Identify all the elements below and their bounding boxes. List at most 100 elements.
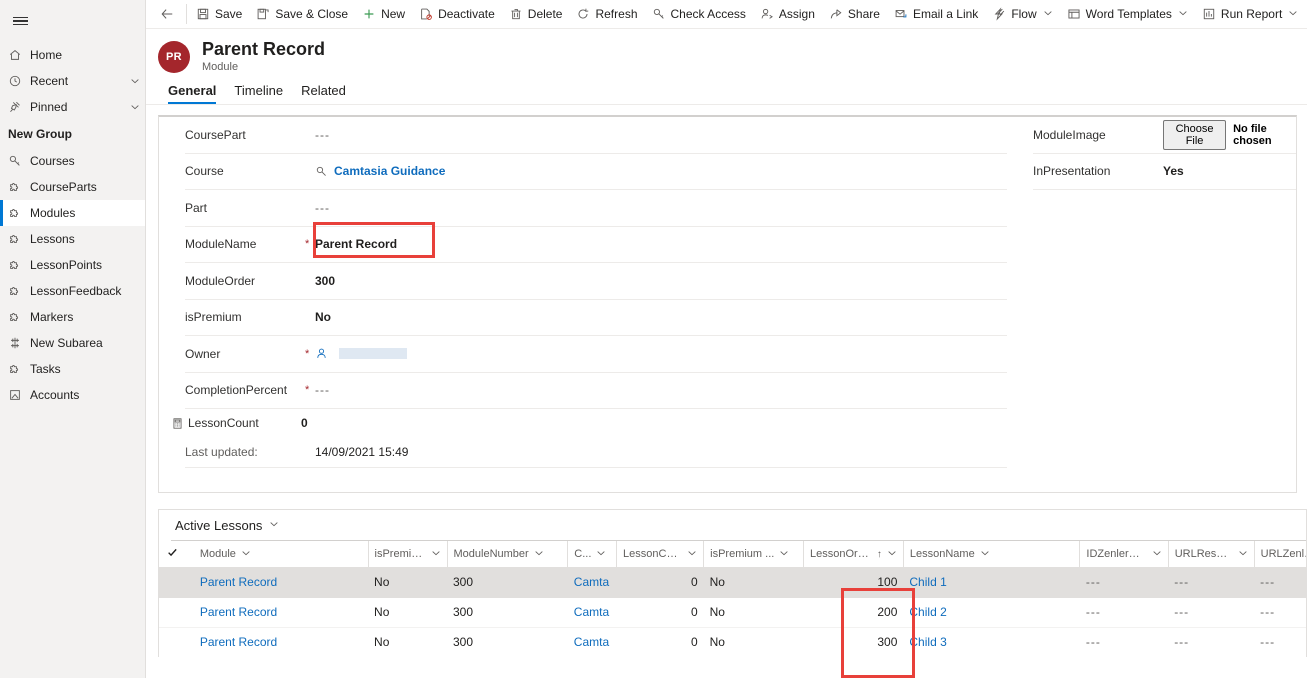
table-row[interactable]: Parent Record No 300 Camta 0 No 300 Child 3 --- -… [159,627,1306,657]
sidebar-item-lessonpoints[interactable]: LessonPoints [0,252,145,278]
chevron-down-icon[interactable] [1152,548,1162,560]
cell-link[interactable]: Parent Record [200,575,277,589]
cell-c[interactable]: Camta [567,627,617,657]
cell-link[interactable]: Parent Record [200,605,277,619]
cell-link[interactable]: Child 1 [909,575,946,589]
sidebar-item-home[interactable]: Home [0,42,145,68]
chevron-down-icon[interactable] [687,548,697,560]
cell-link[interactable]: Camta [574,575,609,589]
column-header-idzenlervi[interactable]: IDZenlerVi... [1079,541,1169,567]
field-value-link[interactable]: Camtasia Guidance [334,164,445,178]
field-course[interactable]: Course Camtasia Guidance [185,154,1007,190]
sidebar-item-tasks[interactable]: Tasks [0,356,145,382]
column-header-lessoncou[interactable]: LessonCou... [616,541,704,567]
tab-general[interactable]: General [160,83,224,104]
chevron-down-icon[interactable] [980,548,990,560]
sidebar-item-courses[interactable]: Courses [0,148,145,174]
cell-link[interactable]: Child 2 [909,605,946,619]
command-assign[interactable]: Assign [753,0,822,28]
cell-module[interactable]: Parent Record [193,627,369,657]
tab-related[interactable]: Related [293,83,354,104]
field-completionpercent[interactable]: CompletionPercent * --- [185,373,1007,409]
chevron-down-icon[interactable] [779,548,789,560]
command-check-access[interactable]: Check Access [645,0,753,28]
sidebar-item-recent[interactable]: Recent [0,68,145,94]
cell-module[interactable]: Parent Record [193,597,369,628]
command-refresh[interactable]: Refresh [569,0,644,28]
cell-lessonname[interactable]: Child 3 [903,627,1080,657]
cell-link[interactable]: Parent Record [200,635,277,649]
cell-link[interactable]: Child 3 [909,635,946,649]
command-deactivate[interactable]: Deactivate [412,0,502,28]
subgrid-header[interactable]: Active Lessons [159,510,1306,540]
table-row[interactable]: Parent Record No 300 Camta 0 No 100 Child 1 --- -… [159,567,1306,598]
sidebar-item-courseparts[interactable]: CourseParts [0,174,145,200]
chevron-down-icon[interactable] [596,548,606,560]
column-header-urlzenler[interactable]: URLZenler... [1253,541,1306,567]
sidebar-item-markers[interactable]: Markers [0,304,145,330]
row-checkbox[interactable] [159,567,194,598]
command-new[interactable]: New [355,0,412,28]
command-save-close[interactable]: Save & Close [249,0,355,28]
column-header-c[interactable]: C... [567,541,617,567]
chevron-down-icon[interactable] [1178,8,1188,20]
chevron-down-icon[interactable] [1288,8,1298,20]
field-coursepart[interactable]: CoursePart --- [185,117,1007,154]
column-header-ispremium[interactable]: isPremium [367,541,447,567]
report-icon [1202,7,1216,21]
command-run-report[interactable]: Run Report [1195,0,1305,28]
sidebar-item-new-subarea[interactable]: New Subarea [0,330,145,356]
cell-module[interactable]: Parent Record [193,567,369,598]
column-header-lessonname[interactable]: LessonName [902,541,1080,567]
field-owner[interactable]: Owner * [185,336,1007,373]
field-moduleimage[interactable]: ModuleImage Choose File No file chosen [1033,117,1296,154]
command-save[interactable]: Save [189,0,249,28]
chevron-down-icon[interactable] [887,548,897,560]
sidebar-item-modules[interactable]: Modules [0,200,145,226]
cell-link[interactable]: Camta [574,635,609,649]
command-delete[interactable]: Delete [502,0,570,28]
chevron-down-icon[interactable] [269,519,279,531]
sidebar-item-lessons[interactable]: Lessons [0,226,145,252]
sidebar-item-pinned[interactable]: Pinned [0,94,145,120]
command-flow[interactable]: Flow [985,0,1059,28]
select-all-checkbox[interactable] [159,541,194,567]
field-value-wrap: Parent Record [315,237,397,251]
column-header-lessonorder[interactable]: LessonOrder ↑ [803,541,904,567]
field-inpresentation[interactable]: InPresentation Yes [1033,154,1296,190]
cell-lessonname[interactable]: Child 1 [903,567,1080,598]
field-moduleorder[interactable]: ModuleOrder 300 [185,263,1007,300]
cell-c[interactable]: Camta [567,597,617,628]
chevron-down-icon[interactable] [241,548,251,560]
table-row[interactable]: Parent Record No 300 Camta 0 No 200 Child 2 --- -… [159,597,1306,628]
choose-file-button[interactable]: Choose File [1163,119,1227,150]
sidebar-item-lessonfeedback[interactable]: LessonFeedback [0,278,145,304]
column-header-module[interactable]: Module [194,541,368,567]
row-checkbox[interactable] [159,597,194,628]
command-share[interactable]: Share [822,0,887,28]
cell-c[interactable]: Camta [567,567,617,598]
command-word-templates[interactable]: Word Templates [1060,0,1195,28]
column-header-urlresource[interactable]: URLResource [1167,541,1255,567]
chevron-down-icon[interactable] [1238,548,1248,560]
field-part[interactable]: Part --- [185,190,1007,227]
column-header-ispremium[interactable]: isPremium ... [703,541,804,567]
sidebar-item-accounts[interactable]: Accounts [0,382,145,408]
cell-lessonname[interactable]: Child 2 [903,597,1080,628]
back-arrow-icon[interactable] [150,0,184,28]
hamburger-icon[interactable] [0,4,40,38]
field-modulename[interactable]: ModuleName * Parent Record [185,221,1007,263]
chevron-down-icon[interactable] [1043,8,1053,20]
cell-ispremium2: No [703,627,804,657]
chevron-down-icon[interactable] [125,102,145,112]
field-value: --- [315,200,330,215]
chevron-down-icon[interactable] [431,548,441,560]
command-email-a-link[interactable]: Email a Link [887,0,985,28]
cell-link[interactable]: Camta [574,605,609,619]
tab-timeline[interactable]: Timeline [226,83,291,104]
row-checkbox[interactable] [159,627,194,657]
column-header-modulenumber[interactable]: ModuleNumber [446,541,568,567]
field-ispremium[interactable]: isPremium No [185,300,1007,336]
chevron-down-icon[interactable] [125,76,145,86]
chevron-down-icon[interactable] [534,548,544,560]
